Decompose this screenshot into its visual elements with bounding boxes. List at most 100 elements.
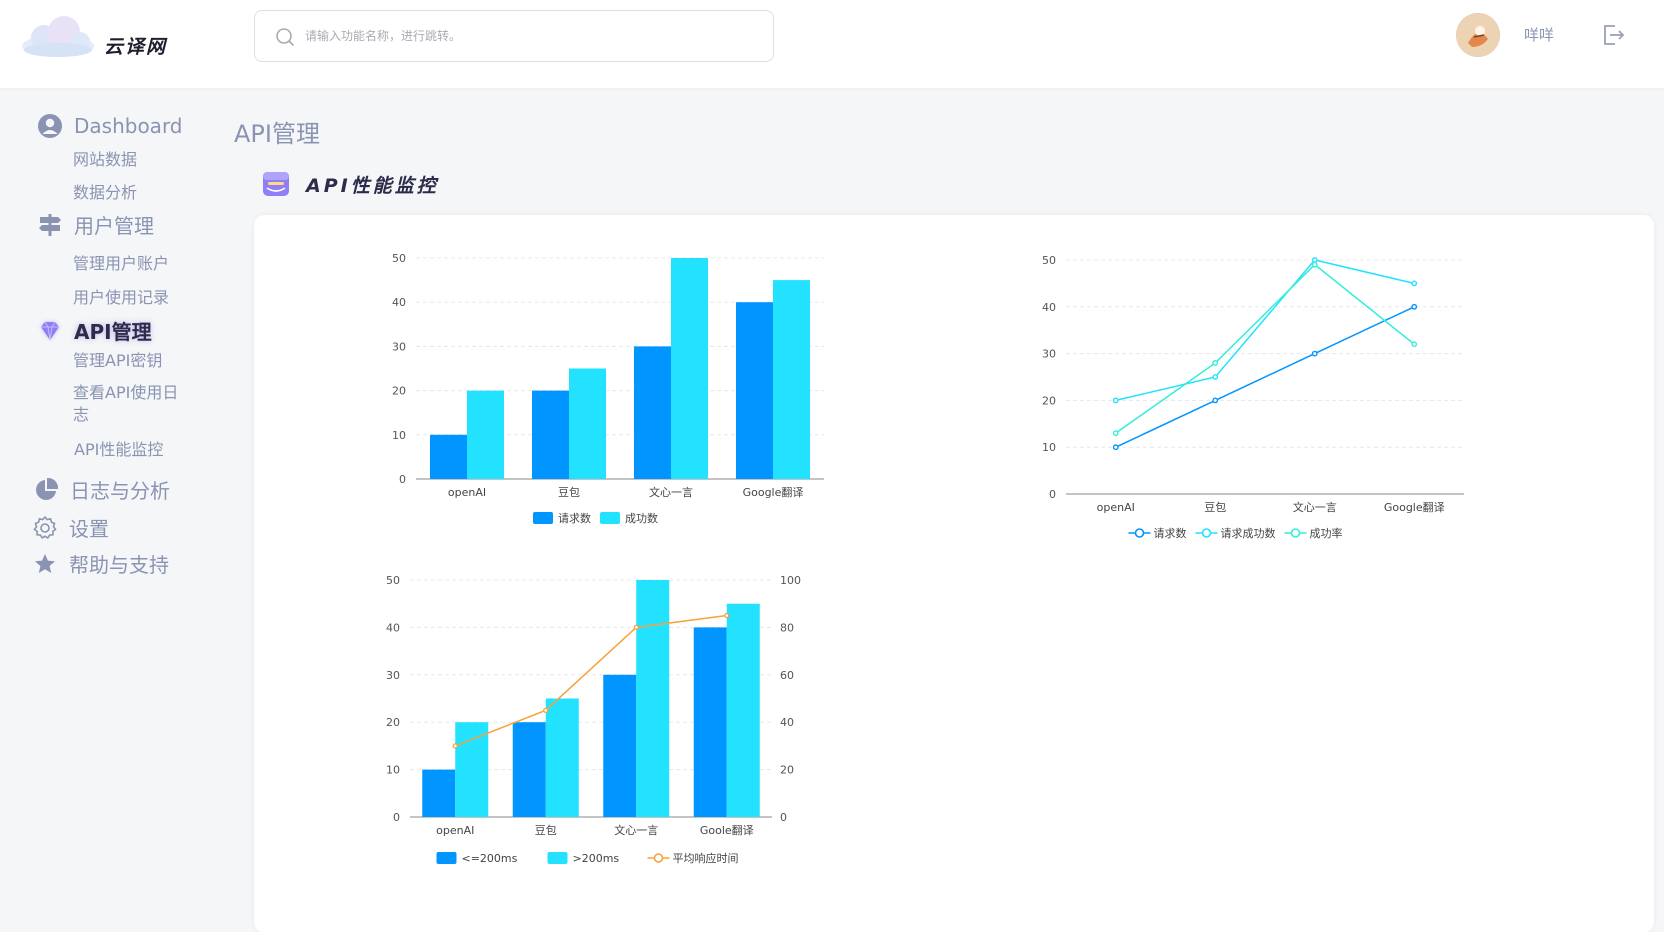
y-tick-label: 40 [386,621,400,634]
y-tick-label: 20 [1042,394,1056,407]
bar [532,390,569,479]
chart-request-success-bar: 0 10 20 30 40 50 openAI 豆包 文心一言 Google翻译请求数 成功数 [392,252,824,525]
data-point [1212,360,1219,366]
x-tick-label: openAI [1097,501,1135,514]
sidebar-item-manage-accounts[interactable]: 管理用户账户 [73,253,183,275]
x-tick-label: 豆包 [1204,501,1226,514]
data-point [1311,257,1318,263]
legend-swatch-dot [1290,528,1301,538]
search-icon [276,28,294,46]
x-tick-label: 豆包 [535,824,557,837]
avatar-image [1456,13,1500,57]
username[interactable]: 咩咩 [1524,24,1554,45]
sidebar-item-manage-api-keys[interactable]: 管理API密钥 [73,350,183,372]
x-tick-label: 文心一言 [649,485,693,499]
section-title: API性能监控 [306,174,439,197]
sidebar-group-dashboard[interactable]: Dashboard [36,112,183,140]
bar [545,698,579,817]
data-point [1411,303,1418,310]
sidebar-item-data-analysis[interactable]: 数据分析 [73,182,183,204]
avatar[interactable] [1456,13,1500,57]
sidebar-item-api-usage-log[interactable]: 查看API使用日志 [73,382,183,426]
y-right-tick-label: 100 [780,574,801,587]
series-line [1115,259,1415,402]
y-right-tick-label: 0 [780,811,787,824]
search-box[interactable] [254,10,774,62]
legend-label: 请求数 [558,512,591,525]
x-tick-label: openAI [436,824,474,837]
data-point [1212,374,1219,380]
logo-text: 云译网 [104,36,168,58]
data-point [1411,341,1418,348]
data-point [1112,444,1119,451]
legend-swatch [533,512,553,524]
sidebar-item-website-data[interactable]: 网站数据 [73,149,183,171]
legend-swatch-dot [653,853,664,863]
cloud-logo-icon [22,16,94,57]
series-line [1115,263,1415,434]
data-point [1112,430,1119,437]
legend-label: 成功率 [1310,526,1343,540]
y-tick-label: 0 [399,473,406,486]
legend-label: <=200ms [462,852,518,865]
sidebar-group-api-management[interactable]: API管理 [36,316,152,345]
bar [430,434,467,479]
y-right-tick-label: 60 [780,669,794,682]
x-tick-label: Goole翻译 [700,823,754,837]
y-tick-label: 40 [1042,301,1056,314]
legend-swatch [436,852,457,864]
logout-icon[interactable] [1600,22,1626,48]
data-point [452,743,458,749]
y-tick-label: 0 [1049,488,1056,501]
data-point [1112,397,1119,404]
gear-icon [31,514,59,542]
charts-card: 0 10 20 30 40 50 openAI 豆包 文心一言 Google翻译 请求数 成功数 01… [254,215,1654,932]
y-right-tick-label: 40 [780,716,794,729]
x-tick-label: openAI [448,486,486,499]
y-tick-label: 20 [392,385,406,398]
search-input[interactable] [305,21,745,51]
user-circle-icon [36,112,64,140]
bar [736,302,773,479]
bar [636,580,670,817]
store-icon [263,172,289,196]
sidebar-group-label: 日志与分析 [70,479,170,503]
bar [634,346,671,479]
series-line [1115,306,1415,448]
y-tick-label: 50 [386,574,400,587]
legend-label: 平均响应时间 [673,851,739,865]
bar [671,258,708,479]
sidebar-group-help-support[interactable]: 帮助与支持 [31,549,169,578]
legend-label: 成功数 [625,512,658,525]
bar [467,390,504,479]
data-point [633,624,639,631]
data-point [1411,280,1418,287]
y-tick-label: 0 [393,811,400,824]
y-tick-label: 30 [386,669,400,682]
x-tick-label: 文心一言 [1293,500,1337,514]
y-tick-label: 50 [1042,254,1056,267]
sidebar-group-logs-analysis[interactable]: 日志与分析 [32,475,170,504]
legend-swatch-dot [1134,528,1145,538]
star-icon [31,550,59,578]
y-tick-label: 30 [392,340,406,353]
sidebar-group-settings[interactable]: 设置 [31,513,109,542]
x-tick-label: 文心一言 [614,823,658,837]
y-tick-label: 30 [1042,348,1056,361]
sidebar-item-usage-records[interactable]: 用户使用记录 [73,287,183,309]
chart-request-success-line: 0 10 20 30 40 50 openAI 豆包 文心一言 Google翻译请求数 请求成功数 成… [1042,254,1464,540]
y-tick-label: 10 [392,429,406,442]
top-header: 云译网 咩咩 [0,0,1664,88]
data-point [1212,397,1219,404]
legend-label: 请求数 [1154,527,1187,540]
sidebar-group-label: API管理 [74,320,152,344]
logo[interactable]: 云译网 [18,12,198,62]
sidebar: Dashboard 网站数据 数据分析 用户管理 管理用户账户 用户使用记录 A… [0,100,220,932]
y-right-tick-label: 80 [780,621,794,634]
section-header: API性能监控 [262,170,439,198]
y-right-tick-label: 20 [780,764,794,777]
sidebar-item-api-performance[interactable]: API性能监控 [74,439,184,461]
y-tick-label: 20 [386,716,400,729]
legend-label: >200ms [573,852,620,865]
sidebar-group-user-management[interactable]: 用户管理 [36,210,154,239]
